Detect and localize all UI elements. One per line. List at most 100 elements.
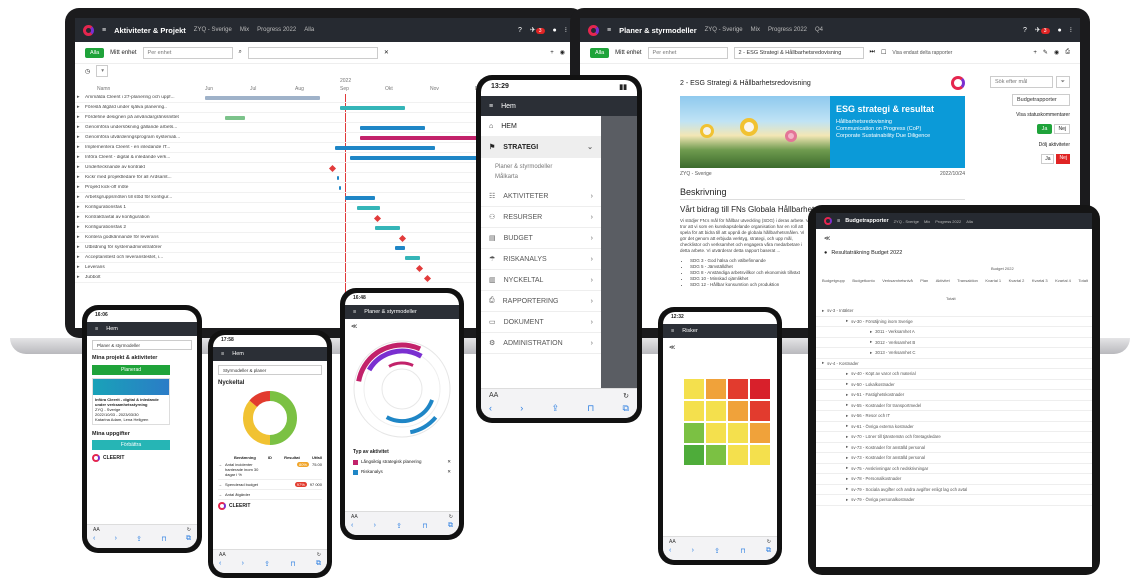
filter-icon[interactable]: ⏷ bbox=[1055, 76, 1070, 88]
expand-icon[interactable]: ▸ bbox=[846, 497, 848, 503]
back-icon[interactable]: ‹ bbox=[93, 535, 95, 543]
expand-icon[interactable]: ▸ bbox=[77, 244, 80, 250]
reload-icon[interactable]: ↻ bbox=[317, 552, 321, 558]
menu-item-riskanalys[interactable]: ☂ RISKANALYS › bbox=[481, 249, 601, 270]
menu-icon[interactable]: ≡ bbox=[489, 103, 493, 110]
gantt-bar[interactable] bbox=[225, 116, 245, 120]
expand-icon[interactable]: ▸ bbox=[77, 114, 80, 120]
risk-cell[interactable] bbox=[683, 444, 705, 466]
submenu-goalmap[interactable]: Målkarta bbox=[495, 172, 587, 182]
table-row[interactable]: ▸ sv-3 - Intäkter bbox=[816, 306, 1092, 317]
share-icon[interactable]: ⇪ bbox=[396, 522, 402, 530]
milestone-diamond[interactable] bbox=[398, 234, 407, 243]
plan-select[interactable]: Planer & styrmodeller bbox=[92, 340, 192, 350]
column-header[interactable]: Kvartal 2 bbox=[1009, 278, 1025, 283]
legend-item[interactable]: Riskanalys ✕ bbox=[353, 467, 451, 477]
forward-icon[interactable]: › bbox=[242, 560, 244, 568]
hidden-no-toggle[interactable]: Nej bbox=[1056, 154, 1070, 164]
submenu-plans[interactable]: Planer & styrmodeller bbox=[495, 162, 587, 172]
apps-icon[interactable]: ⁝ bbox=[1070, 26, 1072, 34]
table-row[interactable]: ▸ sv-50 - Lokalkostnader bbox=[816, 380, 1092, 390]
gantt-bar[interactable] bbox=[375, 226, 400, 230]
search-icon[interactable]: ⌕ bbox=[239, 49, 242, 56]
menu-item-nyckeltal[interactable]: ▥ NYCKELTAL › bbox=[481, 270, 601, 291]
kpi-row[interactable]: → Antal incidenter hanterade inom 30 daga… bbox=[218, 460, 322, 480]
crumb-mix[interactable]: Mix bbox=[240, 27, 249, 33]
expand-icon[interactable]: ▸ bbox=[77, 144, 80, 150]
expand-icon[interactable]: ▸ bbox=[870, 350, 872, 356]
gantt-bar[interactable] bbox=[340, 106, 405, 110]
expand-icon[interactable]: ▸ bbox=[846, 402, 848, 408]
expand-icon[interactable]: ▸ bbox=[846, 476, 848, 482]
tasks-tab[interactable]: Förbättra bbox=[92, 440, 170, 450]
table-row[interactable]: ▸ 3011 - Verksamhet A bbox=[816, 327, 1092, 338]
risk-cell[interactable] bbox=[749, 400, 771, 422]
tabs-icon[interactable]: ⧉ bbox=[448, 522, 453, 530]
tabs-icon[interactable]: ⧉ bbox=[186, 535, 191, 543]
expand-icon[interactable]: ▸ bbox=[822, 360, 824, 366]
menu-item-strategy[interactable]: ⚑ STRATEGI ⌄ bbox=[481, 137, 601, 158]
filter-all-button[interactable]: Alla bbox=[590, 47, 610, 58]
back-icon[interactable]: ‹ bbox=[219, 560, 221, 568]
planned-tab[interactable]: Planerad bbox=[92, 365, 170, 375]
expand-icon[interactable]: ▸ bbox=[846, 444, 848, 450]
crumb-org[interactable]: ZYQ - Sverige bbox=[894, 219, 919, 224]
close-icon[interactable]: ✕ bbox=[447, 457, 451, 467]
menu-item-resurser[interactable]: ⚇ RESURSER › bbox=[481, 207, 601, 228]
expand-icon[interactable]: ▸ bbox=[77, 264, 80, 270]
search-input[interactable] bbox=[247, 46, 378, 59]
expand-icon[interactable]: ▸ bbox=[846, 423, 848, 429]
expand-icon[interactable]: ▸ bbox=[77, 154, 80, 160]
gantt-bar[interactable] bbox=[357, 206, 380, 210]
project-card[interactable]: Införa Cleerit - digital & inledande und… bbox=[92, 378, 170, 425]
expand-icon[interactable]: ▸ bbox=[77, 194, 80, 200]
table-row[interactable]: ▸ sv-70 - Löner till tjänstemän och föret… bbox=[816, 432, 1092, 443]
text-size-button[interactable]: AA bbox=[351, 514, 358, 520]
table-row[interactable]: ▸ sv-51 - Fastighetskostnader bbox=[816, 390, 1092, 401]
column-header[interactable]: Totalt bbox=[1078, 278, 1088, 283]
cleerit-logo-icon[interactable] bbox=[588, 24, 599, 36]
crumb-period[interactable]: Alla bbox=[966, 219, 973, 224]
risk-cell[interactable] bbox=[705, 400, 727, 422]
notification-icon[interactable]: ✈ 3 bbox=[530, 26, 545, 34]
expand-icon[interactable]: ▸ bbox=[77, 164, 80, 170]
table-row[interactable]: ▸ sv-61 - Övriga externa kostnader bbox=[816, 422, 1092, 432]
eye-icon[interactable]: ◉ bbox=[1054, 49, 1059, 56]
expand-icon[interactable]: ▸ bbox=[846, 413, 848, 419]
forward-icon[interactable]: › bbox=[692, 547, 694, 555]
bookmarks-icon[interactable]: ⊓ bbox=[587, 403, 594, 414]
expand-icon[interactable]: ▸ bbox=[822, 308, 824, 314]
crumb-org[interactable]: ZYQ - Sverige bbox=[705, 27, 743, 33]
risk-cell[interactable] bbox=[683, 422, 705, 444]
crumb-period[interactable]: Q4 bbox=[815, 27, 823, 33]
collapse-icon[interactable]: ● bbox=[824, 250, 827, 256]
risk-cell[interactable] bbox=[727, 378, 749, 400]
tabs-icon[interactable]: ⧉ bbox=[316, 560, 321, 568]
expand-icon[interactable]: ▸ bbox=[77, 124, 80, 130]
table-row[interactable]: ▸ sv-78 - Personalkostnader bbox=[816, 474, 1092, 485]
close-icon[interactable]: ✕ bbox=[447, 467, 451, 477]
filter-select[interactable]: Per enhet bbox=[142, 46, 233, 59]
bookmarks-icon[interactable]: ⊓ bbox=[161, 535, 166, 543]
column-header[interactable]: Kvartal 4 bbox=[1055, 278, 1071, 283]
milestone-diamond[interactable] bbox=[328, 164, 337, 173]
share-icon[interactable]: ⇪ bbox=[136, 535, 142, 543]
zoom-select[interactable]: ▾ bbox=[96, 65, 109, 77]
expand-icon[interactable]: ▸ bbox=[77, 94, 80, 100]
plan-select[interactable]: Styrmodeller & planer bbox=[218, 365, 322, 375]
cleerit-logo-icon[interactable] bbox=[824, 217, 832, 225]
milestone-diamond[interactable] bbox=[415, 264, 424, 273]
menu-icon[interactable]: ≡ bbox=[95, 326, 98, 332]
crumb-progress[interactable]: Progress 2022 bbox=[935, 219, 961, 224]
menu-icon[interactable]: ≡ bbox=[221, 351, 224, 357]
goal-search-input[interactable]: Sök efter mål bbox=[990, 76, 1053, 88]
tabs-icon[interactable]: ⧉ bbox=[766, 547, 771, 555]
risk-cell[interactable] bbox=[705, 422, 727, 444]
table-row[interactable]: ▸ sv-30 - Försäljning inom Sverige bbox=[816, 317, 1092, 327]
expand-icon[interactable]: ▸ bbox=[846, 371, 848, 377]
forward-icon[interactable]: › bbox=[520, 403, 523, 414]
text-size-button[interactable]: AA bbox=[489, 392, 498, 400]
gantt-bar[interactable] bbox=[405, 256, 420, 260]
column-header[interactable]: Kvartal 1 bbox=[985, 278, 1001, 283]
gantt-bar[interactable] bbox=[360, 126, 425, 130]
